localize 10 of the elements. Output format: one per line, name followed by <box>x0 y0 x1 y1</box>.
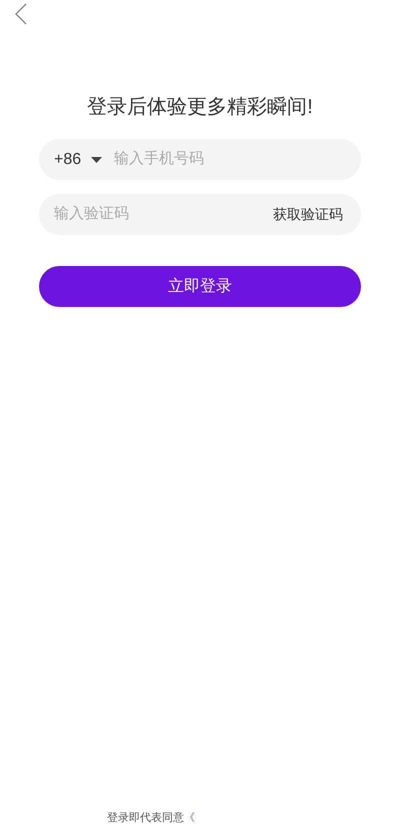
country-code[interactable]: +86 <box>54 148 82 172</box>
get-code-button[interactable]: 获取验证码 <box>273 204 343 225</box>
code-field[interactable]: 输入验证码 获取验证码 <box>39 194 361 235</box>
terms-text: 登录即代表同意 <box>107 811 184 825</box>
back-icon <box>15 3 27 25</box>
page-title: 登录后体验更多精彩瞬间! <box>87 95 313 120</box>
phone-field[interactable]: +86 输入手机号码 <box>39 139 361 180</box>
dropdown-icon[interactable] <box>91 156 102 162</box>
terms-link[interactable]: 《 <box>184 811 195 825</box>
login-button[interactable]: 立即登录 <box>39 266 361 307</box>
